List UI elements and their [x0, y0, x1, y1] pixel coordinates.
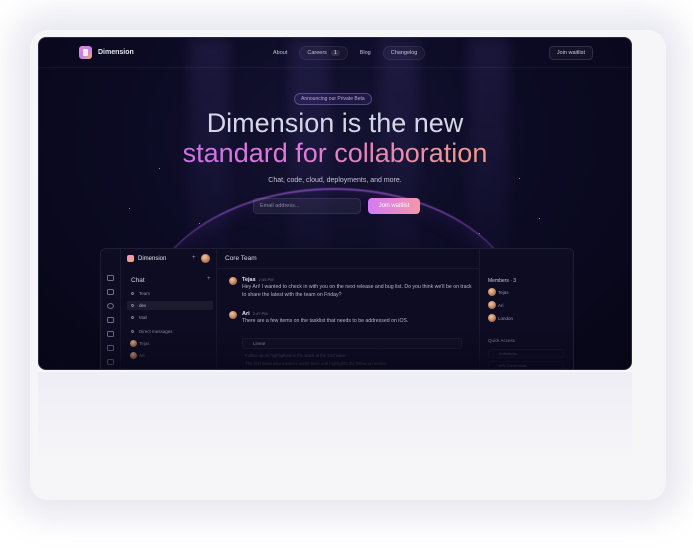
star	[539, 218, 540, 219]
announcement-badge[interactable]: Announcing our Private Beta	[294, 93, 372, 105]
avatar	[229, 311, 237, 319]
member-name: Ari	[498, 303, 504, 308]
members-title: Members · 3	[488, 278, 517, 284]
app-preview: Dimension + Chat + Team dev Mail Direct …	[100, 248, 574, 369]
channel-icon	[131, 304, 134, 307]
channel-icon	[131, 292, 134, 295]
nav-link-about[interactable]: About	[265, 46, 295, 60]
add-chat-icon[interactable]: +	[207, 276, 211, 282]
new-icon[interactable]: +	[192, 255, 196, 261]
nav-links: About Careers 1 Blog Changelog	[265, 46, 426, 60]
sidebar-item-label: Mail	[139, 315, 148, 320]
sidebar-item-label: dev	[139, 303, 147, 308]
member-item[interactable]: London	[488, 314, 514, 322]
top-nav: Dimension About Careers 1 Blog Changelog …	[39, 38, 631, 68]
window-reflection	[38, 372, 632, 462]
sidebar-item-mail[interactable]: Mail	[127, 313, 213, 322]
workspace-name: Dimension	[138, 255, 167, 262]
message-time: 2:45 PM	[258, 277, 274, 282]
message-time: 2:47 PM	[252, 311, 268, 316]
channel-icon	[131, 316, 134, 319]
chat-message: Ari 2:47 PM There are a few items on the …	[242, 311, 477, 326]
dimension-logo-icon	[79, 46, 92, 59]
email-input[interactable]	[253, 198, 361, 214]
member-name: London	[498, 316, 514, 321]
browser-window: Dimension About Careers 1 Blog Changelog …	[38, 37, 632, 370]
avatar	[229, 277, 237, 285]
message-text: There are a few items on the tasklist th…	[242, 318, 409, 324]
sidebar-item-label: Team	[139, 291, 151, 296]
message-author: Tejas	[242, 277, 256, 283]
workspace-logo-icon	[127, 255, 134, 262]
nav-join-waitlist-button[interactable]: Join waitlist	[548, 46, 593, 60]
grid-icon[interactable]	[107, 289, 114, 295]
star	[159, 168, 160, 169]
channel-title: Core Team	[225, 255, 257, 262]
cloud-icon[interactable]	[107, 317, 114, 323]
sidebar-item-team[interactable]: Team	[127, 289, 213, 298]
nav-link-label: Careers	[307, 50, 327, 56]
sidebar-title: Chat	[131, 277, 145, 284]
brand-logo[interactable]: Dimension	[79, 46, 134, 59]
avatar	[488, 301, 496, 309]
chat-icon[interactable]	[107, 303, 114, 309]
message-author: Ari	[242, 311, 250, 317]
message-text: Hey Ari! I wanted to check in with you o…	[242, 284, 472, 298]
hero-title-line2: standard for collaboration	[39, 138, 631, 168]
inbox-icon[interactable]	[107, 275, 114, 281]
member-name: Tejas	[498, 290, 509, 295]
brand-name: Dimension	[98, 49, 134, 56]
chat-message: Tejas 2:45 PM Hey Ari! I wanted to check …	[242, 277, 477, 299]
member-item[interactable]: Tejas	[488, 288, 509, 296]
hero-join-waitlist-button[interactable]: Join waitlist	[368, 198, 420, 214]
star	[129, 208, 130, 209]
careers-count-badge: 1	[330, 50, 340, 56]
avatar	[488, 288, 496, 296]
hero-subtitle: Chat, code, cloud, deployments, and more…	[268, 177, 402, 184]
star	[199, 223, 200, 224]
avatar[interactable]	[201, 254, 210, 263]
member-item[interactable]: Ari	[488, 301, 504, 309]
avatar	[488, 314, 496, 322]
hero-title-line1: Dimension is the new	[206, 108, 464, 138]
nav-link-blog[interactable]: Blog	[352, 46, 379, 60]
nav-link-careers[interactable]: Careers 1	[299, 46, 348, 60]
page-background: Dimension About Careers 1 Blog Changelog …	[0, 0, 693, 558]
nav-link-changelog[interactable]: Changelog	[382, 46, 426, 60]
workspace-switcher[interactable]: Dimension	[127, 255, 166, 262]
fade-overlay	[101, 327, 573, 369]
sidebar-item-dev[interactable]: dev	[127, 301, 213, 310]
divider	[217, 268, 479, 269]
